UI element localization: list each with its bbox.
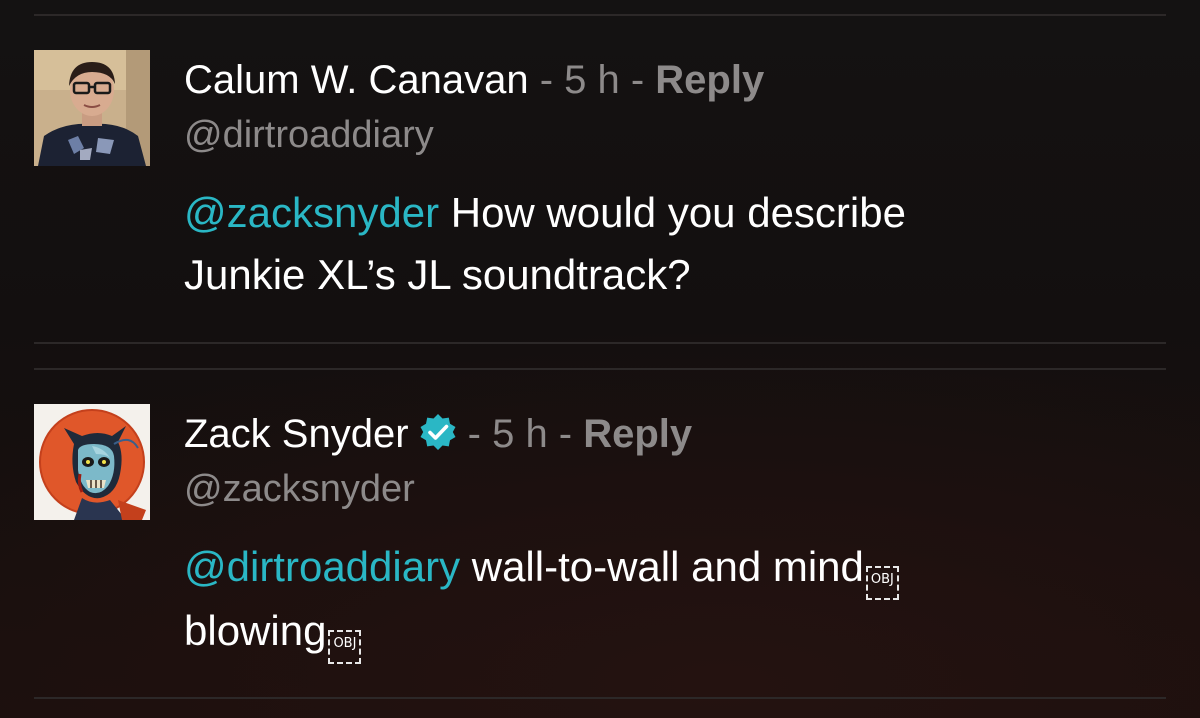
tweet-text: @dirtroaddiary wall-to-wall and mind OBJ … — [184, 536, 1124, 664]
bottom-divider — [34, 697, 1166, 699]
tweet-text-line-1: wall-to-wall and mind — [460, 543, 864, 590]
header-separator: - — [619, 58, 656, 102]
tweet-divider — [34, 342, 1166, 344]
user-photo-avatar-icon — [34, 50, 150, 166]
tweet-header: Calum W. Canavan - 5 h - Reply — [184, 56, 764, 104]
avatar[interactable] — [34, 404, 150, 520]
avatar[interactable] — [34, 50, 150, 166]
mention-link[interactable]: @dirtroaddiary — [184, 543, 460, 590]
reply-button[interactable]: Reply — [655, 58, 764, 102]
reply-button[interactable]: Reply — [583, 412, 692, 456]
zombie-art-avatar-icon — [34, 404, 150, 520]
timestamp[interactable]: 5 h — [492, 412, 548, 456]
user-handle[interactable]: @dirtroaddiary — [184, 112, 434, 158]
author-name[interactable]: Calum W. Canavan — [184, 58, 529, 102]
tweet-divider — [34, 368, 1166, 370]
author-name[interactable]: Zack Snyder — [184, 412, 409, 456]
tweet-text: @zacksnyder How would you describe Junki… — [184, 182, 1124, 306]
mention-link[interactable]: @zacksnyder — [184, 189, 439, 236]
object-placeholder: OBJ — [865, 566, 899, 600]
timestamp[interactable]: 5 h — [564, 58, 620, 102]
header-separator: - — [456, 412, 493, 456]
tweet-header: Zack Snyder - 5 h - Reply — [184, 410, 692, 458]
user-handle[interactable]: @zacksnyder — [184, 466, 415, 512]
object-placeholder: OBJ — [328, 630, 362, 664]
top-divider — [34, 14, 1166, 16]
tweet-text-line-2: blowing — [184, 607, 327, 654]
header-separator: - — [528, 58, 565, 102]
tweet-text-line-2: Junkie XL’s JL soundtrack? — [184, 251, 691, 298]
verified-badge-icon — [420, 414, 456, 450]
header-separator: - — [547, 412, 584, 456]
tweet-text-line-1: How would you describe — [439, 189, 906, 236]
